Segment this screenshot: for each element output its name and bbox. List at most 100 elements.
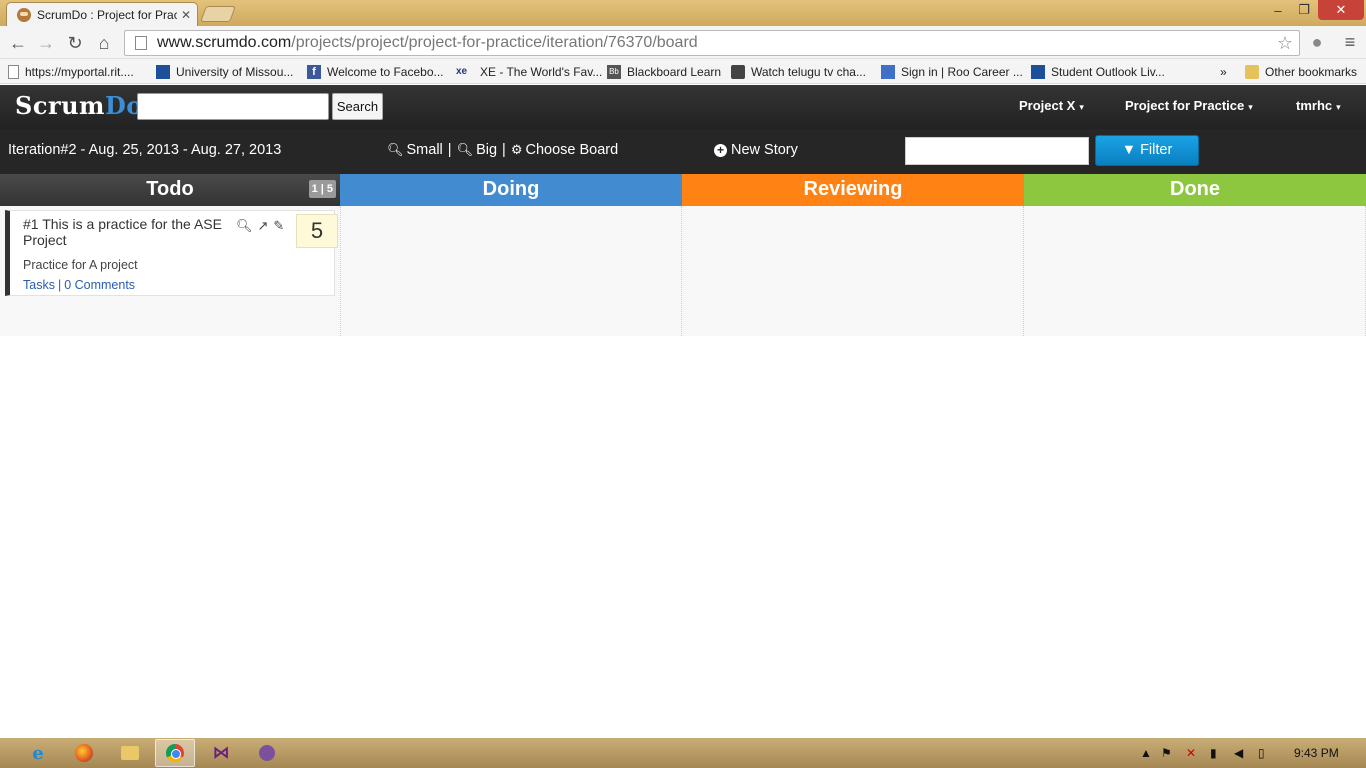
logo-scrum: Scrum: [15, 91, 105, 120]
share-icon[interactable]: ↗: [258, 218, 269, 234]
wip-badge: 1 | 5: [308, 180, 336, 198]
taskbar-chrome[interactable]: [155, 739, 195, 767]
column-title: Doing: [482, 178, 540, 200]
separator: |: [447, 142, 452, 158]
new-story-label: New Story: [731, 142, 798, 158]
big-view-link[interactable]: Big: [476, 142, 497, 158]
choose-board-link[interactable]: Choose Board: [525, 142, 618, 158]
bookmarks-overflow-button[interactable]: »: [1220, 62, 1227, 82]
card-actions: 🔍︎ ↗ ✎: [236, 218, 284, 234]
column-body-done[interactable]: [1024, 206, 1366, 336]
extension-icon[interactable]: ●: [1306, 32, 1328, 54]
iteration-title: Iteration#2 - Aug. 25, 2013 - Aug. 27, 2…: [8, 142, 282, 158]
network-error-icon[interactable]: ✕: [1186, 746, 1196, 760]
story-title: #1 This is a practice for the ASE Projec…: [23, 216, 222, 248]
tab-title: ScrumDo : Project for Prac: [37, 7, 177, 22]
bookmark-label: Blackboard Learn: [627, 65, 722, 79]
window-minimize-button[interactable]: –: [1266, 0, 1290, 20]
zoom-out-icon: 🔍︎: [387, 142, 404, 157]
column-header-done: Done: [1024, 174, 1366, 206]
story-description: Practice for A project: [23, 258, 138, 272]
roo-icon: [881, 65, 895, 79]
bookmark-label: Welcome to Facebo...: [327, 65, 444, 79]
mizzou-icon: [156, 65, 170, 79]
filter-button[interactable]: ▼ Filter: [1095, 135, 1199, 166]
nav-project-for-practice[interactable]: Project for Practice ▾: [1125, 98, 1253, 113]
column-header-reviewing: Reviewing: [682, 174, 1024, 206]
scrumdo-logo[interactable]: ScrumDo: [15, 91, 143, 120]
battery-icon[interactable]: ▯: [1258, 746, 1265, 760]
browser-tab[interactable]: ScrumDo : Project for Prac ✕: [6, 2, 198, 26]
other-bookmarks-label: Other bookmarks: [1265, 65, 1358, 79]
filter-input[interactable]: [905, 137, 1089, 165]
small-view-link[interactable]: Small: [407, 142, 443, 158]
volume-icon[interactable]: ◀: [1234, 746, 1243, 760]
browser-titlebar: ScrumDo : Project for Prac ✕ – ❐ ✕: [0, 0, 1366, 26]
kanban-board: Todo 1 | 5 Doing Reviewing Done #1 This …: [0, 174, 1366, 336]
taskbar-ie[interactable]: e: [18, 739, 58, 767]
plus-circle-icon: +: [714, 143, 727, 157]
bookmark-item[interactable]: https://myportal.rit....: [8, 62, 134, 82]
search-input[interactable]: [137, 93, 329, 120]
chrome-menu-icon[interactable]: ≡: [1340, 32, 1360, 54]
page-icon: [8, 65, 19, 79]
taskbar-firefox[interactable]: [64, 739, 104, 767]
edit-icon[interactable]: ✎: [273, 218, 284, 234]
action-center-flag-icon[interactable]: ⚑: [1161, 746, 1172, 760]
back-arrow-icon[interactable]: ←: [6, 31, 30, 55]
bookmark-label: University of Missou...: [176, 65, 294, 79]
bookmark-label: Student Outlook Liv...: [1051, 65, 1165, 79]
taskbar-clock[interactable]: 9:43 PM: [1294, 746, 1339, 760]
bookmark-label: https://myportal.rit....: [25, 65, 134, 79]
iteration-bar: Iteration#2 - Aug. 25, 2013 - Aug. 27, 2…: [0, 129, 1366, 174]
bookmark-item[interactable]: Watch telugu tv cha...: [731, 62, 866, 82]
scrumdo-favicon-icon: [17, 7, 31, 22]
visual-studio-icon: ⋈: [212, 743, 230, 762]
tray-expand-icon[interactable]: ▲: [1140, 746, 1152, 760]
reload-icon[interactable]: ↻: [63, 31, 87, 55]
filter-label: Filter: [1140, 142, 1173, 158]
blackboard-icon: Bb: [607, 65, 621, 79]
bookmark-item[interactable]: University of Missou...: [156, 62, 293, 82]
signal-icon[interactable]: ▮: [1210, 746, 1217, 760]
taskbar-viber[interactable]: [247, 739, 287, 767]
comments-link[interactable]: 0 Comments: [64, 278, 135, 292]
tab-close-icon[interactable]: ✕: [181, 8, 191, 22]
bookmark-item[interactable]: Bb Blackboard Learn: [607, 62, 721, 82]
column-header-todo: Todo 1 | 5: [0, 174, 340, 206]
bookmark-item[interactable]: xe XE - The World's Fav...: [456, 62, 602, 82]
window-close-button[interactable]: ✕: [1318, 0, 1364, 20]
nav-user-menu[interactable]: tmrhc ▾: [1296, 98, 1341, 113]
bookmark-star-icon[interactable]: ☆: [1277, 33, 1293, 54]
other-bookmarks[interactable]: Other bookmarks: [1245, 62, 1357, 82]
column-body-reviewing[interactable]: [682, 206, 1024, 336]
search-button[interactable]: Search: [332, 93, 383, 120]
view-controls: 🔍︎ Small | 🔍︎ Big | ⚙ Choose Board: [387, 142, 618, 158]
new-story-button[interactable]: + New Story: [714, 142, 798, 158]
taskbar-visual-studio[interactable]: ⋈: [201, 739, 241, 767]
url-host: www.scrumdo.com: [157, 34, 292, 51]
bookmark-label: XE - The World's Fav...: [480, 65, 603, 79]
forward-arrow-icon[interactable]: →: [34, 31, 58, 55]
bookmark-item[interactable]: Sign in | Roo Career ...: [881, 62, 1023, 82]
folder-icon: [1245, 65, 1259, 79]
taskbar-explorer[interactable]: [110, 739, 150, 767]
bookmarks-bar: https://myportal.rit.... University of M…: [0, 59, 1366, 84]
tasks-link[interactable]: Tasks: [23, 278, 55, 292]
search-icon[interactable]: 🔍︎: [236, 218, 253, 234]
bookmark-item[interactable]: Student Outlook Liv...: [1031, 62, 1165, 82]
folder-icon: [121, 746, 139, 760]
bookmark-label: Sign in | Roo Career ...: [901, 65, 1023, 79]
bookmark-item[interactable]: f Welcome to Facebo...: [307, 62, 444, 82]
app-header: ScrumDo Search Project X ▾ Project for Pr…: [0, 85, 1366, 129]
window-restore-button[interactable]: ❐: [1292, 0, 1316, 20]
nav-project-x[interactable]: Project X ▾: [1019, 98, 1084, 113]
internet-explorer-icon: e: [32, 742, 44, 764]
zoom-in-icon: 🔍︎: [456, 142, 474, 157]
address-bar[interactable]: www.scrumdo.com/projects/project/project…: [124, 30, 1300, 56]
column-body-doing[interactable]: [341, 206, 682, 336]
funnel-icon: ▼: [1121, 142, 1137, 158]
new-tab-button[interactable]: [200, 6, 236, 22]
story-card[interactable]: #1 This is a practice for the ASE Projec…: [5, 210, 338, 296]
home-icon[interactable]: ⌂: [92, 31, 116, 55]
